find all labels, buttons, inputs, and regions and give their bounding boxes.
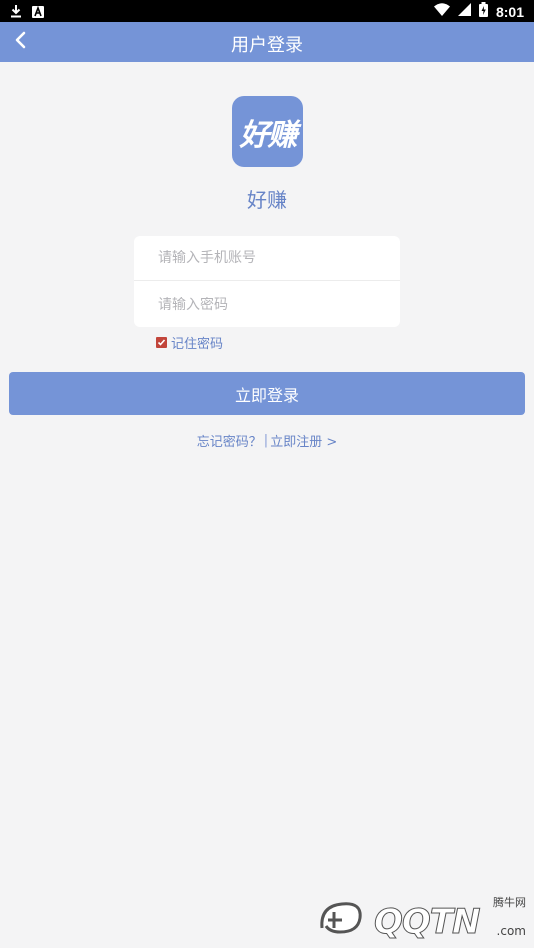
page-title: 用户登录 (231, 35, 303, 56)
remember-password-toggle[interactable]: 记住密码 (156, 333, 223, 352)
phone-input[interactable] (158, 250, 378, 266)
watermark-suffix: .com (496, 924, 526, 938)
login-form (134, 236, 400, 327)
remember-label: 记住密码 (171, 337, 224, 352)
status-bar: 8:01 (0, 0, 534, 22)
battery-icon (478, 2, 488, 21)
app-name: 好赚 (247, 188, 287, 212)
phone-field (134, 236, 400, 281)
register-link[interactable]: 立即注册 > (270, 431, 337, 450)
status-left (10, 3, 44, 22)
watermark-logo-icon (316, 898, 368, 942)
status-right: 8:01 (433, 2, 524, 21)
link-separator: | (263, 433, 269, 448)
a-icon (32, 3, 44, 22)
login-button[interactable]: 立即登录 (9, 372, 525, 415)
watermark-badge: 腾牛网 (493, 896, 526, 909)
wifi-icon (433, 3, 450, 20)
password-input[interactable] (158, 296, 378, 313)
watermark: QQTN 腾牛网 .com (316, 894, 526, 943)
nav-bar: 用户登录 (0, 22, 534, 62)
signal-icon (457, 3, 471, 20)
auth-links: 忘记密码？ | 立即注册 > (0, 431, 534, 450)
app-logo: 好赚 (232, 96, 303, 167)
download-icon (10, 3, 22, 22)
password-field (134, 282, 400, 327)
forgot-password-link[interactable]: 忘记密码？ (197, 431, 262, 450)
watermark-text: QQTN (373, 902, 480, 943)
remember-checkbox[interactable] (156, 337, 167, 348)
status-time: 8:01 (495, 3, 524, 20)
logo-text: 好赚 (239, 117, 298, 153)
